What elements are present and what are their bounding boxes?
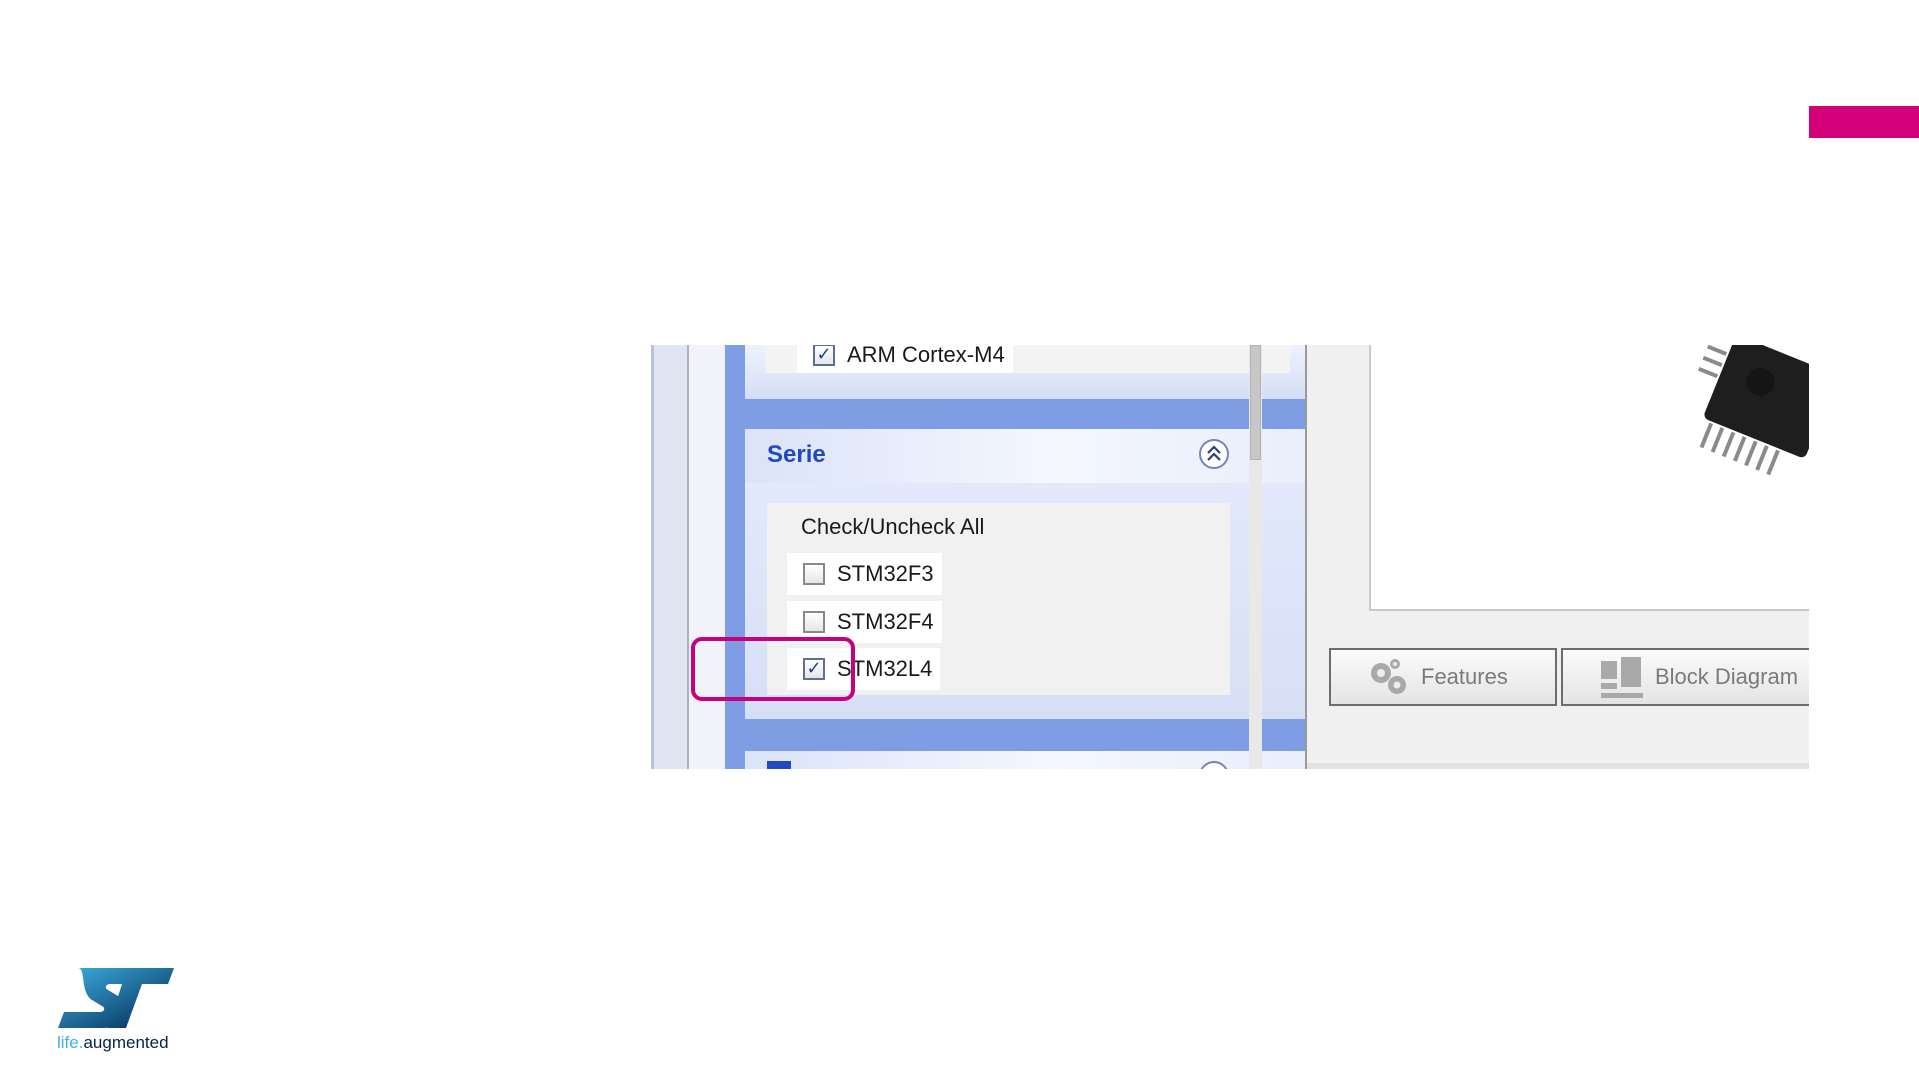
logo-tagline: life.augmented (57, 1033, 169, 1053)
selection-highlight (691, 637, 855, 701)
core-item-cortex-m4[interactable]: ✓ ARM Cortex-M4 (797, 345, 1013, 373)
panel-gutter (689, 345, 725, 769)
collapse-icon[interactable] (1199, 439, 1229, 469)
gears-icon (1367, 657, 1411, 697)
next-group-header[interactable] (745, 751, 1306, 769)
serie-header[interactable]: Serie (745, 429, 1306, 483)
features-button[interactable]: Features (1329, 648, 1557, 706)
next-group-title (767, 761, 791, 769)
serie-item-label: STM32F4 (837, 609, 934, 634)
core-list: ✓ ARM Cortex-M4 (765, 345, 1290, 373)
accent-bar (1809, 106, 1919, 138)
pane-bottom-border (1307, 763, 1809, 769)
serie-item-label: STM32F3 (837, 561, 934, 586)
logo-tagline-suffix: augmented (83, 1033, 169, 1052)
check-uncheck-all[interactable]: Check/Uncheck All (801, 514, 984, 540)
features-label: Features (1421, 664, 1508, 689)
product-image-area (1369, 345, 1809, 611)
serie-checkbox-stm32f4[interactable] (803, 611, 825, 633)
serie-checkbox-stm32f3[interactable] (803, 563, 825, 585)
serie-title: Serie (767, 441, 826, 468)
scroll-thumb[interactable] (1250, 345, 1261, 460)
block-diagram-label: Block Diagram (1655, 664, 1799, 689)
block-diagram-icon (1599, 655, 1645, 699)
screenshot-crop: ✓ ARM Cortex-M4 Serie Check/Uncheck All (651, 345, 1809, 769)
block-diagram-button[interactable]: Block Diagram (1561, 648, 1809, 706)
vertical-scrollbar[interactable] (1249, 345, 1262, 769)
core-checkbox[interactable]: ✓ (813, 345, 835, 366)
left-strip (654, 345, 687, 769)
details-pane: Features Block Diagram (1305, 345, 1809, 769)
collapse-icon[interactable] (1199, 761, 1229, 769)
serie-item-stm32f3[interactable]: STM32F3 (787, 553, 942, 595)
filter-panel: ✓ ARM Cortex-M4 Serie Check/Uncheck All (725, 345, 1324, 769)
core-item-label: ARM Cortex-M4 (847, 345, 1005, 367)
core-group: ✓ ARM Cortex-M4 (745, 345, 1306, 399)
logo-tagline-prefix: life. (57, 1033, 84, 1052)
mcu-chip-image (1698, 345, 1809, 476)
